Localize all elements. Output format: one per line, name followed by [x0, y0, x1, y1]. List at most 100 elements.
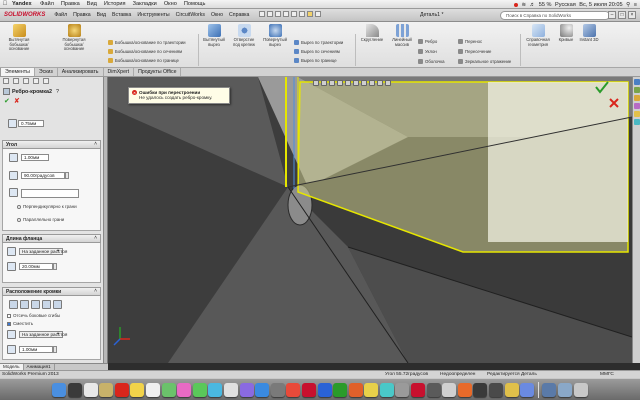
sw-menu-edit[interactable]: Правка [70, 10, 94, 20]
fillet-button[interactable]: Скругление [357, 24, 387, 43]
design-library-icon[interactable] [634, 87, 640, 93]
hole-wizard-button[interactable]: Отверстие под крепеж [230, 24, 258, 47]
dimxpert-manager-tab-icon[interactable] [33, 78, 39, 84]
property-manager-tab-icon[interactable] [13, 78, 19, 84]
angle-spinner[interactable] [65, 172, 69, 179]
help-icon[interactable]: ? [56, 89, 59, 95]
section-view-icon[interactable] [337, 80, 343, 86]
reference-geometry-button[interactable]: Справочная геометрия [522, 24, 554, 47]
tab-evaluate[interactable]: Анализировать [58, 68, 104, 76]
help-search-input[interactable]: Поиск в Справка по SolidWorks [500, 11, 610, 20]
sw-menu-insert[interactable]: Вставка [109, 10, 134, 20]
sw-menu-file[interactable]: Файл [51, 10, 70, 20]
menu-window[interactable]: Окно [160, 1, 180, 7]
apply-scene-icon[interactable] [377, 80, 383, 86]
position-material-outside-icon[interactable] [20, 300, 29, 309]
tab-sketch[interactable]: Эскиз [35, 68, 58, 76]
ibooks-icon[interactable] [239, 382, 254, 397]
vlc-icon[interactable] [457, 382, 472, 397]
thickness-field[interactable]: 0.75мм [18, 120, 44, 127]
position-bend-outside-icon[interactable] [31, 300, 40, 309]
offset-distance-spinner[interactable] [53, 346, 57, 353]
cancel-icon[interactable]: ✘ [14, 97, 20, 105]
display-style-icon[interactable] [353, 80, 359, 86]
windows-app-icon[interactable] [426, 382, 441, 397]
extrude-cut-button[interactable]: Вытянутый вырез [200, 24, 228, 47]
shell-button[interactable]: Оболочка [418, 59, 445, 64]
view-settings-icon[interactable] [385, 80, 391, 86]
trash-icon[interactable] [573, 382, 588, 397]
draft-button[interactable]: Уклон [418, 49, 437, 54]
sw-menu-help[interactable]: Справка [226, 10, 252, 20]
app-store-icon[interactable] [255, 382, 270, 397]
status-units[interactable]: ММГС [600, 371, 614, 378]
word-icon[interactable] [317, 382, 332, 397]
excel-icon[interactable] [333, 382, 348, 397]
collapse-icon[interactable]: ˄ [94, 141, 97, 147]
perpendicular-radio[interactable] [17, 204, 21, 209]
face-selection-box[interactable] [21, 189, 79, 198]
curves-button[interactable]: Кривые [555, 24, 577, 43]
solidworks-logo[interactable]: SOLIDWORKS [0, 12, 51, 18]
rib-button[interactable]: Ребро [418, 39, 437, 44]
record-icon[interactable] [513, 2, 518, 7]
screenshot-icon[interactable] [520, 382, 535, 397]
boundary-cut-button[interactable]: Вырез по границе [294, 58, 337, 63]
itunes-icon[interactable] [223, 382, 238, 397]
reverse-direction-icon[interactable] [7, 247, 16, 256]
contacts-icon[interactable] [99, 382, 114, 397]
calendar-icon[interactable] [114, 382, 129, 397]
custom-properties-icon[interactable] [634, 119, 640, 125]
menu-file[interactable]: Файл [37, 1, 58, 7]
sw-menu-circuitworks[interactable]: CircuitWorks [173, 10, 208, 20]
boundary-boss-button[interactable]: Бобышка/основание по границе [108, 58, 179, 63]
terminal-icon[interactable] [395, 382, 410, 397]
apple-icon[interactable]:  [0, 1, 10, 7]
finder-icon[interactable] [52, 382, 67, 397]
intersect-button[interactable]: Пересечение [458, 49, 491, 54]
revolve-boss-button[interactable]: Повернутая бобышка/основание [58, 24, 90, 52]
offset-checkbox[interactable] [7, 321, 11, 326]
clock[interactable]: Вс, 5 июля 20:05 [579, 2, 622, 8]
close-icon[interactable]: × [628, 11, 636, 19]
new-icon[interactable] [259, 11, 266, 17]
model-view[interactable] [108, 77, 632, 363]
reminders-icon[interactable] [145, 382, 160, 397]
view-palette-icon[interactable] [634, 103, 640, 109]
rebuild-icon[interactable] [307, 11, 314, 17]
linear-pattern-button[interactable]: Линейный массив [389, 24, 415, 47]
loft-cut-button[interactable]: Вырез по сечениям [294, 49, 340, 54]
sw-menu-window[interactable]: Окно [208, 10, 226, 20]
flange-length-spinner[interactable] [53, 263, 57, 270]
stickies-icon[interactable] [364, 382, 379, 397]
parallel-radio[interactable] [17, 217, 21, 222]
trim-side-bends-option[interactable]: Отсечь боковые сгибы [7, 313, 60, 318]
position-bend-from-virtual-icon[interactable] [42, 300, 51, 309]
spotlight-icon[interactable]: ⚲ [626, 2, 630, 8]
hide-show-icon[interactable] [361, 80, 367, 86]
chevron-down-icon[interactable]: ▾ [57, 331, 59, 337]
offset-distance-field[interactable]: 1.00мм [19, 346, 53, 353]
save-icon[interactable] [275, 11, 282, 17]
downloads-stack-icon[interactable] [542, 382, 557, 397]
battery-percent[interactable]: 55 % [539, 2, 552, 8]
activity-monitor-icon[interactable] [473, 382, 488, 397]
collapse-icon[interactable]: ˄ [94, 235, 97, 241]
tab-features[interactable]: Элементы [0, 68, 35, 76]
appearances-icon[interactable] [634, 111, 640, 117]
wrap-button[interactable]: Перенос [458, 39, 482, 44]
file-explorer-icon[interactable] [634, 95, 640, 101]
wifi-icon[interactable]: ≋ [521, 2, 526, 8]
sw-menu-view[interactable]: Вид [94, 10, 109, 20]
input-language[interactable]: Русская [555, 2, 576, 8]
parallel-option[interactable]: Параллельно грани [17, 217, 64, 222]
preview-icon[interactable] [379, 382, 394, 397]
skype-icon[interactable] [442, 382, 457, 397]
menu-help[interactable]: Помощь [180, 1, 209, 7]
menu-history[interactable]: История [100, 1, 129, 7]
edit-appearance-icon[interactable] [369, 80, 375, 86]
maps-icon[interactable] [161, 382, 176, 397]
menu-bookmarks[interactable]: Закладки [129, 1, 160, 7]
previous-view-icon[interactable] [329, 80, 335, 86]
tab-office-products[interactable]: Продукты Office [134, 68, 182, 76]
